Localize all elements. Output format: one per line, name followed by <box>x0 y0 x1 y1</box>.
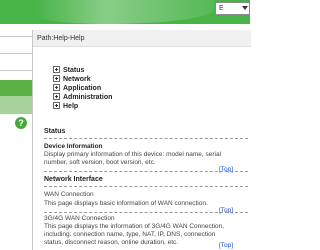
tree-item-network[interactable]: Network <box>53 74 112 83</box>
expand-icon[interactable] <box>53 102 60 109</box>
wan-3g4g-desc-2: including: connection name, type, NAT, I… <box>44 231 216 238</box>
main-content: Path:Help-Help Status Network Applicatio… <box>32 30 251 250</box>
top-link[interactable]: [Top] <box>219 207 233 214</box>
expand-icon[interactable] <box>53 84 60 91</box>
divider <box>44 186 248 187</box>
tree-item-label: Application <box>63 85 102 92</box>
top-link[interactable]: [Top] <box>219 242 233 249</box>
help-tree: Status Network Application Administratio… <box>53 65 112 110</box>
divider <box>44 212 248 213</box>
tree-item-status[interactable]: Status <box>53 65 112 74</box>
top-banner: E <box>0 0 250 24</box>
chevron-down-icon <box>242 6 248 10</box>
heading-device-information: Device Information <box>44 143 103 150</box>
tree-item-label: Status <box>63 67 85 74</box>
language-select-value: E <box>219 5 224 12</box>
top-link[interactable]: [Top] <box>219 166 233 173</box>
divider <box>44 138 248 139</box>
heading-wan-connection: WAN Connection <box>44 191 94 198</box>
help-icon[interactable]: ? <box>15 117 27 129</box>
device-info-desc-1: Display primary information of this devi… <box>44 151 222 158</box>
expand-icon[interactable] <box>53 66 60 73</box>
breadcrumb: Path:Help-Help <box>33 30 251 47</box>
tree-item-help[interactable]: Help <box>53 101 112 110</box>
menu-item-2[interactable] <box>0 54 32 71</box>
tree-item-label: Administration <box>63 94 113 101</box>
tree-item-administration[interactable]: Administration <box>53 92 112 101</box>
expand-icon[interactable] <box>53 75 60 82</box>
language-select[interactable]: E <box>215 2 250 15</box>
menu-item-1[interactable] <box>0 36 32 54</box>
section-title-status: Status <box>44 128 66 135</box>
divider <box>44 171 248 172</box>
expand-icon[interactable] <box>53 93 60 100</box>
tree-item-label: Help <box>63 103 79 110</box>
section-title-network-interface: Network Interface <box>44 176 103 183</box>
heading-3g4g-wan-connection: 3G/4G WAN Connection <box>44 215 115 222</box>
wan-desc: This page displays basic information of … <box>44 200 208 207</box>
menu-item-active[interactable] <box>0 80 32 96</box>
tree-item-label: Network <box>63 76 91 83</box>
tree-item-application[interactable]: Application <box>53 83 112 92</box>
menu-item-sub[interactable] <box>0 96 32 114</box>
left-menu: ? <box>0 24 32 250</box>
wan-3g4g-desc-3: status, disconnect reason, online durati… <box>44 239 179 246</box>
banner-swoosh <box>34 0 214 24</box>
device-info-desc-2: number, soft version, boot version, etc. <box>44 159 156 166</box>
wan-3g4g-desc-1: This page displays the information of 3G… <box>44 223 225 230</box>
